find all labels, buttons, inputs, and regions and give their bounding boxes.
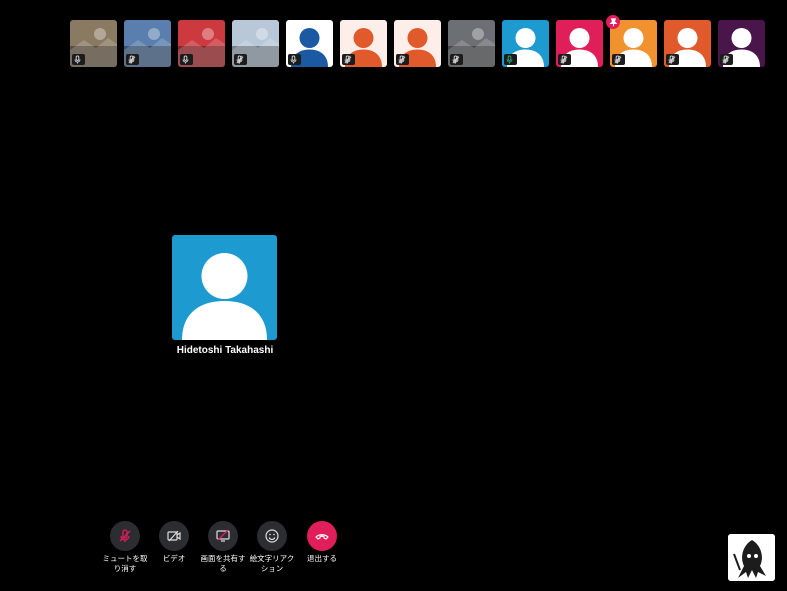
mic-status-badge (180, 54, 193, 65)
squid-icon (728, 534, 775, 581)
mic-status-badge (396, 54, 409, 65)
mic-status-badge (234, 54, 247, 65)
leave-button[interactable] (307, 521, 337, 551)
share-screen-label: 画面を共有する (200, 554, 246, 573)
video-off-icon (167, 530, 181, 542)
pin-icon (606, 15, 620, 29)
video-button[interactable] (159, 521, 189, 551)
participant-tile[interactable] (124, 20, 171, 67)
leave-control[interactable]: 退出する (297, 521, 347, 564)
participant-tile[interactable] (70, 20, 117, 67)
participant-tile[interactable] (718, 20, 765, 67)
mic-status-badge (504, 54, 517, 65)
mic-off-icon (667, 55, 676, 64)
mic-off-icon (235, 55, 244, 64)
main-speaker-name: Hidetoshi Takahashi (176, 345, 274, 356)
mic-off-icon (451, 55, 460, 64)
mic-status-badge (126, 54, 139, 65)
app-thumbnail[interactable] (728, 534, 775, 581)
participant-tile[interactable] (286, 20, 333, 67)
mic-off-icon (559, 55, 568, 64)
mic-icon (73, 55, 82, 64)
emoji-reaction-button[interactable] (257, 521, 287, 551)
participant-tile[interactable] (664, 20, 711, 67)
video-control[interactable]: ビデオ (149, 521, 199, 564)
mic-status-badge (612, 54, 625, 65)
call-controls: ミュートを取り消す ビデオ 画面を共有する 絵文字リアクション 退出する (0, 521, 400, 581)
hang-up-icon (315, 534, 329, 540)
mic-status-badge (342, 54, 355, 65)
share-screen-button[interactable] (208, 521, 238, 551)
participant-tile[interactable] (502, 20, 549, 67)
mic-status-badge (720, 54, 733, 65)
unmute-label: ミュートを取り消す (102, 554, 148, 573)
share-screen-control[interactable]: 画面を共有する (198, 521, 248, 574)
mic-off-icon (721, 55, 730, 64)
mic-status-badge (72, 54, 85, 65)
emoji-reaction-control[interactable]: 絵文字リアクション (247, 521, 297, 574)
mic-status-badge (288, 54, 301, 65)
unmute-control[interactable]: ミュートを取り消す (100, 521, 150, 574)
mic-icon (289, 55, 298, 64)
participant-tile[interactable] (178, 20, 225, 67)
mic-off-icon (397, 55, 406, 64)
leave-label: 退出する (307, 554, 337, 563)
mic-icon (181, 55, 190, 64)
participant-tile[interactable] (340, 20, 387, 67)
mic-active-icon (505, 55, 514, 64)
participant-tile[interactable] (556, 20, 603, 67)
mic-off-icon (613, 55, 622, 64)
participant-tile[interactable] (448, 20, 495, 67)
participant-tile[interactable] (232, 20, 279, 67)
mic-status-badge (666, 54, 679, 65)
emoji-reaction-label: 絵文字リアクション (249, 554, 295, 573)
mic-off-icon (127, 55, 136, 64)
unmute-button[interactable] (110, 521, 140, 551)
video-label: ビデオ (162, 554, 186, 563)
mic-off-icon (119, 529, 131, 542)
main-speaker-avatar (172, 235, 277, 340)
mic-status-badge (558, 54, 571, 65)
participant-tile[interactable] (394, 20, 441, 67)
mic-status-badge (450, 54, 463, 65)
mic-off-icon (343, 55, 352, 64)
smile-icon (265, 529, 279, 543)
screen-share-off-icon (216, 529, 230, 542)
